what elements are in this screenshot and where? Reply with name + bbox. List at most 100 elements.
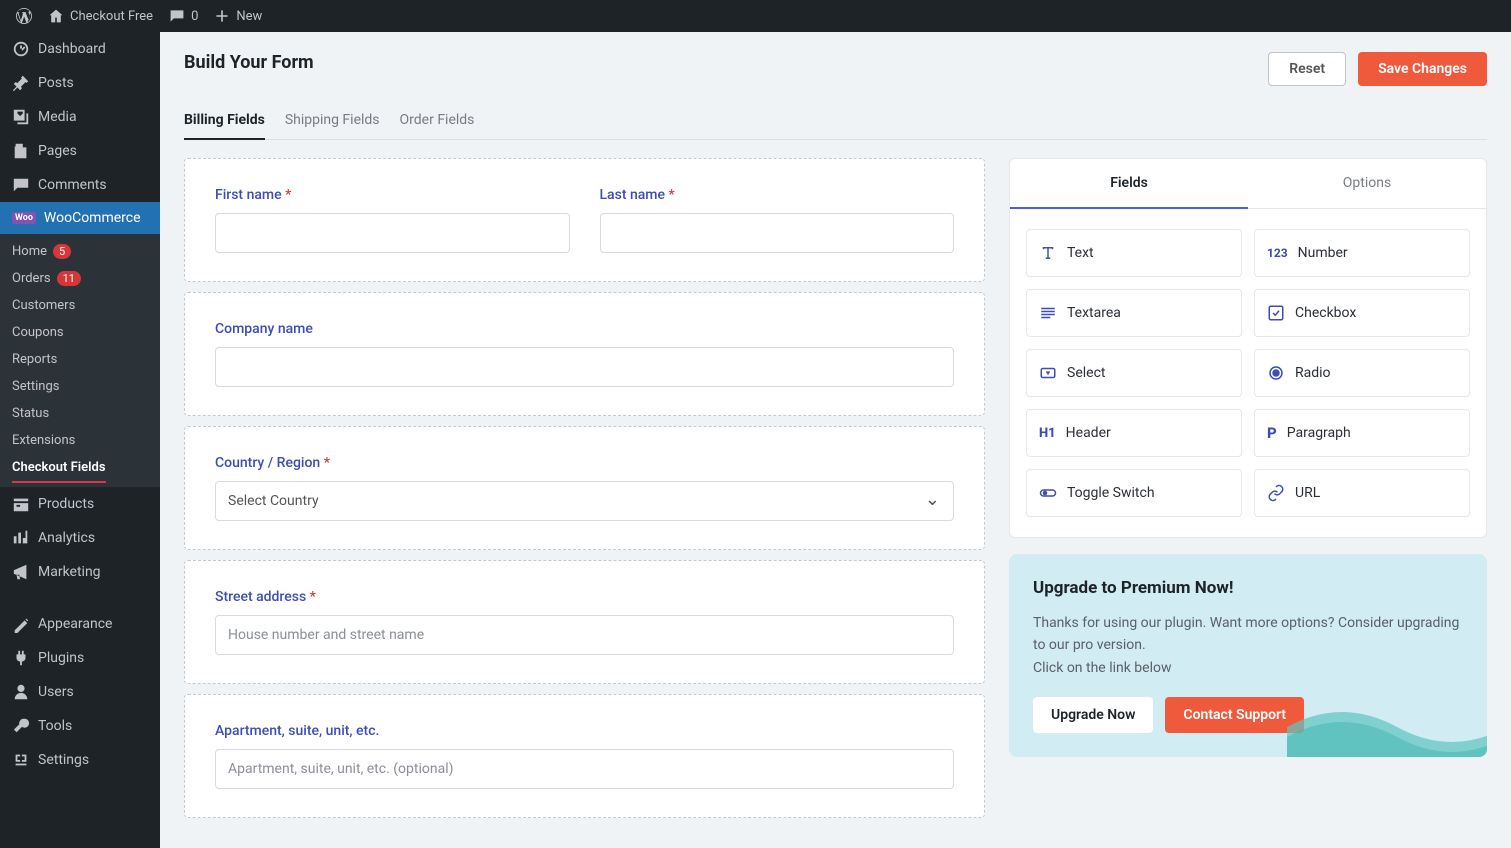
side-column: Fields Options Text 123 Number bbox=[1009, 158, 1487, 757]
upgrade-title: Upgrade to Premium Now! bbox=[1033, 578, 1463, 598]
users-icon bbox=[12, 683, 30, 701]
field-radio[interactable]: Radio bbox=[1254, 349, 1470, 397]
company-input[interactable] bbox=[215, 347, 954, 387]
field-types-panel: Fields Options Text 123 Number bbox=[1009, 158, 1487, 538]
woo-orders[interactable]: Orders 11 bbox=[0, 265, 160, 292]
side-tab-fields[interactable]: Fields bbox=[1010, 159, 1248, 209]
contact-support-button[interactable]: Contact Support bbox=[1165, 697, 1304, 733]
comments-count: 0 bbox=[191, 9, 198, 24]
admin-sidebar: Dashboard Posts Media Pages Comments Woo… bbox=[0, 32, 160, 848]
site-name: Checkout Free bbox=[70, 9, 153, 24]
field-paragraph[interactable]: P Paragraph bbox=[1254, 409, 1470, 457]
first-name-input[interactable] bbox=[215, 213, 570, 253]
main-content: Build Your Form Reset Save Changes Billi… bbox=[160, 32, 1511, 848]
upgrade-now-button[interactable]: Upgrade Now bbox=[1033, 697, 1153, 733]
comments-link[interactable]: 0 bbox=[161, 8, 206, 24]
woo-checkout-fields[interactable]: Checkout Fields bbox=[12, 454, 106, 483]
reset-button[interactable]: Reset bbox=[1268, 52, 1346, 86]
pages-icon bbox=[12, 142, 30, 160]
new-link[interactable]: New bbox=[206, 8, 270, 24]
radio-icon bbox=[1267, 364, 1285, 382]
tab-shipping[interactable]: Shipping Fields bbox=[285, 102, 380, 139]
sidebar-woocommerce[interactable]: Woo WooCommerce bbox=[0, 202, 160, 234]
field-checkbox[interactable]: Checkbox bbox=[1254, 289, 1470, 337]
header-actions: Reset Save Changes bbox=[1268, 52, 1487, 86]
country-card[interactable]: Country / Region * Select Country bbox=[184, 426, 985, 550]
sidebar-analytics[interactable]: Analytics bbox=[0, 521, 160, 555]
apartment-card[interactable]: Apartment, suite, unit, etc. bbox=[184, 694, 985, 818]
woo-extensions[interactable]: Extensions bbox=[0, 427, 160, 454]
woo-coupons[interactable]: Coupons bbox=[0, 319, 160, 346]
wordpress-icon bbox=[16, 8, 32, 24]
wp-logo[interactable] bbox=[8, 8, 40, 24]
field-select[interactable]: Select bbox=[1026, 349, 1242, 397]
last-name-input[interactable] bbox=[600, 213, 955, 253]
woo-reports[interactable]: Reports bbox=[0, 346, 160, 373]
upgrade-banner: Upgrade to Premium Now! Thanks for using… bbox=[1009, 554, 1487, 757]
products-icon bbox=[12, 495, 30, 513]
sidebar-settings[interactable]: Settings bbox=[0, 743, 160, 777]
field-header[interactable]: H1 Header bbox=[1026, 409, 1242, 457]
select-icon bbox=[1039, 364, 1057, 382]
first-name-label: First name * bbox=[215, 187, 570, 203]
text-icon bbox=[1039, 244, 1057, 262]
tab-billing[interactable]: Billing Fields bbox=[184, 102, 265, 140]
home-icon bbox=[48, 8, 64, 24]
field-toggle[interactable]: Toggle Switch bbox=[1026, 469, 1242, 517]
sidebar-marketing[interactable]: Marketing bbox=[0, 555, 160, 589]
sidebar-comments[interactable]: Comments bbox=[0, 168, 160, 202]
field-number[interactable]: 123 Number bbox=[1254, 229, 1470, 277]
company-card[interactable]: Company name bbox=[184, 292, 985, 416]
media-icon bbox=[12, 108, 30, 126]
woo-status[interactable]: Status bbox=[0, 400, 160, 427]
settings-icon bbox=[12, 751, 30, 769]
admin-bar: Checkout Free 0 New bbox=[0, 0, 1511, 32]
marketing-icon bbox=[12, 563, 30, 581]
form-builder: First name * Last name * Company name bbox=[184, 158, 985, 828]
sidebar-products[interactable]: Products bbox=[0, 487, 160, 521]
field-textarea[interactable]: Textarea bbox=[1026, 289, 1242, 337]
field-url[interactable]: URL bbox=[1254, 469, 1470, 517]
comment-icon bbox=[12, 176, 30, 194]
home-badge: 5 bbox=[53, 244, 71, 259]
woo-home[interactable]: Home 5 bbox=[0, 238, 160, 265]
woo-customers[interactable]: Customers bbox=[0, 292, 160, 319]
sidebar-appearance[interactable]: Appearance bbox=[0, 607, 160, 641]
street-label: Street address * bbox=[215, 589, 954, 605]
paragraph-icon: P bbox=[1267, 424, 1277, 442]
apartment-label: Apartment, suite, unit, etc. bbox=[215, 723, 954, 739]
dashboard-icon bbox=[12, 40, 30, 58]
apartment-input[interactable] bbox=[215, 749, 954, 789]
sidebar-posts[interactable]: Posts bbox=[0, 66, 160, 100]
street-input[interactable] bbox=[215, 615, 954, 655]
side-tab-options[interactable]: Options bbox=[1248, 159, 1486, 209]
company-label: Company name bbox=[215, 321, 954, 337]
wave-decoration bbox=[1287, 687, 1487, 757]
number-icon: 123 bbox=[1267, 246, 1288, 260]
plugins-icon bbox=[12, 649, 30, 667]
sidebar-plugins[interactable]: Plugins bbox=[0, 641, 160, 675]
tools-icon bbox=[12, 717, 30, 735]
sidebar-pages[interactable]: Pages bbox=[0, 134, 160, 168]
sidebar-media[interactable]: Media bbox=[0, 100, 160, 134]
toggle-icon bbox=[1039, 484, 1057, 502]
street-card[interactable]: Street address * bbox=[184, 560, 985, 684]
sidebar-dashboard[interactable]: Dashboard bbox=[0, 32, 160, 66]
field-text[interactable]: Text bbox=[1026, 229, 1242, 277]
new-label: New bbox=[236, 9, 262, 24]
sidebar-tools[interactable]: Tools bbox=[0, 709, 160, 743]
pin-icon bbox=[12, 74, 30, 92]
url-icon bbox=[1267, 484, 1285, 502]
woo-submenu: Home 5 Orders 11 Customers Coupons Repor… bbox=[0, 234, 160, 487]
tab-order[interactable]: Order Fields bbox=[400, 102, 475, 139]
header-icon: H1 bbox=[1039, 426, 1056, 441]
woo-settings[interactable]: Settings bbox=[0, 373, 160, 400]
country-select[interactable]: Select Country bbox=[215, 481, 954, 521]
textarea-icon bbox=[1039, 304, 1057, 322]
site-home[interactable]: Checkout Free bbox=[40, 8, 161, 24]
main-tabs: Billing Fields Shipping Fields Order Fie… bbox=[184, 102, 1487, 140]
save-button[interactable]: Save Changes bbox=[1358, 52, 1487, 86]
appearance-icon bbox=[12, 615, 30, 633]
name-card[interactable]: First name * Last name * bbox=[184, 158, 985, 282]
sidebar-users[interactable]: Users bbox=[0, 675, 160, 709]
